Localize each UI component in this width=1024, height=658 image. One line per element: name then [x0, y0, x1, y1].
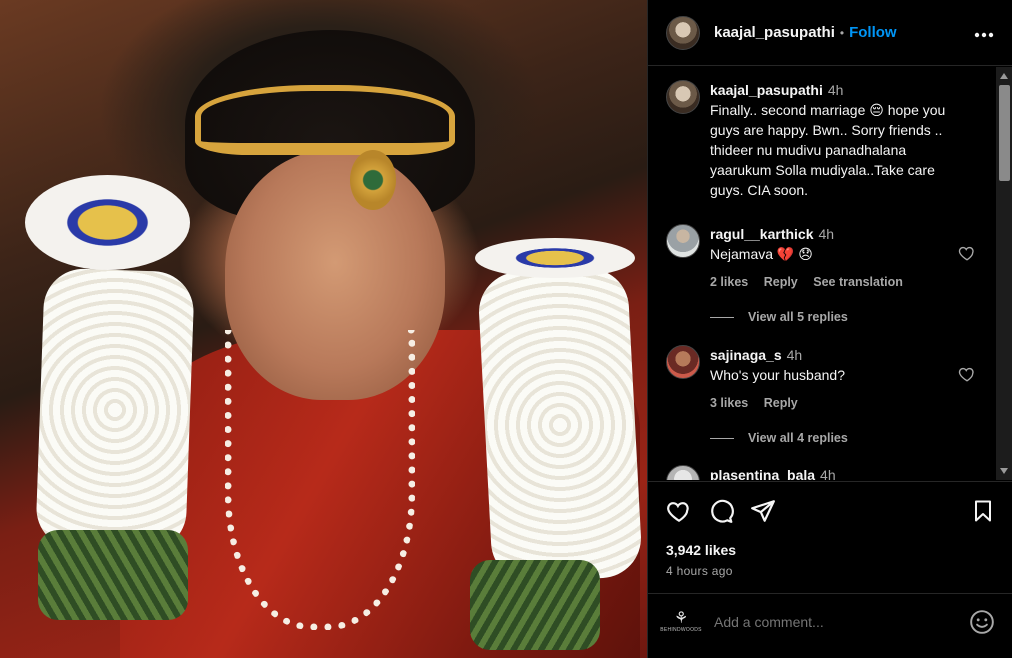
comment-username[interactable]: plasentina_bala [710, 467, 815, 480]
comment-time: 4h [818, 226, 835, 242]
comment-text: Nejamava 💔 😞 [710, 246, 813, 262]
window-edge [1012, 0, 1024, 658]
photo-garland-disc-left [25, 175, 190, 270]
photo-garland-disc-right [475, 238, 635, 278]
heart-icon[interactable] [958, 365, 976, 383]
like-heart-icon[interactable] [666, 498, 692, 524]
view-replies-button[interactable]: View all 5 replies [710, 310, 848, 324]
comments-scrollbar[interactable] [996, 67, 1013, 480]
replies-line [710, 437, 734, 439]
view-replies-button[interactable]: View all 4 replies [710, 431, 848, 445]
follow-button[interactable]: Follow [849, 24, 897, 41]
brand-text: BEHINDWOODS [660, 626, 702, 633]
comment-time: 4h [820, 467, 836, 480]
comment-likes[interactable]: 2 likes [710, 275, 748, 289]
post-side-panel: kaajal_pasupathi • Follow kaajal_pasupat… [647, 0, 1013, 658]
avatar[interactable] [666, 465, 700, 480]
photo-garland-left [35, 267, 195, 553]
add-comment-bar: ⚘ BEHINDWOODS [648, 593, 1013, 649]
header-separator: • [839, 25, 845, 40]
comment-input[interactable] [714, 613, 969, 630]
photo-tikka [350, 150, 396, 210]
comment-username[interactable]: ragul__karthick [710, 226, 814, 242]
caption-time: 4h [827, 82, 844, 98]
see-translation-button[interactable]: See translation [813, 275, 903, 289]
scroll-up-icon[interactable] [1000, 73, 1008, 79]
header-username[interactable]: kaajal_pasupathi [714, 24, 835, 41]
scrollbar-thumb[interactable] [999, 85, 1010, 181]
photo-headpiece [195, 85, 455, 155]
avatar[interactable] [666, 345, 700, 379]
share-icon[interactable] [750, 498, 776, 524]
photo-garland-leaves-right [470, 560, 600, 650]
comment-time: 4h [786, 347, 803, 363]
emoji-icon[interactable] [969, 609, 995, 635]
comments-list[interactable]: kaajal_pasupathi 4h Finally.. second marr… [648, 67, 1013, 480]
post-header: kaajal_pasupathi • Follow [648, 0, 1012, 66]
view-replies-label[interactable]: View all 5 replies [748, 310, 848, 324]
reply-button[interactable]: Reply [764, 396, 798, 410]
post-photo[interactable] [0, 0, 647, 658]
avatar[interactable] [666, 224, 700, 258]
post-time: 4 hours ago [666, 564, 733, 578]
reply-button[interactable]: Reply [764, 275, 798, 289]
brand-mark: ⚘ [673, 609, 689, 627]
comment-icon[interactable] [708, 498, 734, 524]
caption-text: Finally.. second marriage 😔 hope you guy… [710, 102, 946, 198]
replies-line [710, 316, 734, 318]
comment-text: Who's your husband? [710, 367, 845, 383]
post-actions: 3,942 likes 4 hours ago [648, 481, 1013, 578]
comment-username[interactable]: sajinaga_s [710, 347, 782, 363]
heart-icon[interactable] [958, 244, 976, 262]
photo-garland-right [476, 266, 644, 584]
comment-likes[interactable]: 3 likes [710, 396, 748, 410]
caption-username[interactable]: kaajal_pasupathi [710, 82, 823, 98]
avatar[interactable] [666, 80, 700, 114]
view-replies-label[interactable]: View all 4 replies [748, 431, 848, 445]
more-options-icon[interactable] [974, 27, 994, 38]
photo-necklace [225, 330, 415, 630]
photo-garland-leaves-left [38, 530, 188, 620]
avatar[interactable] [666, 15, 700, 50]
bookmark-icon[interactable] [971, 498, 995, 524]
likes-count[interactable]: 3,942 likes [666, 542, 995, 558]
scroll-down-icon[interactable] [1000, 468, 1008, 474]
brand-watermark: ⚘ BEHINDWOODS [660, 607, 701, 637]
